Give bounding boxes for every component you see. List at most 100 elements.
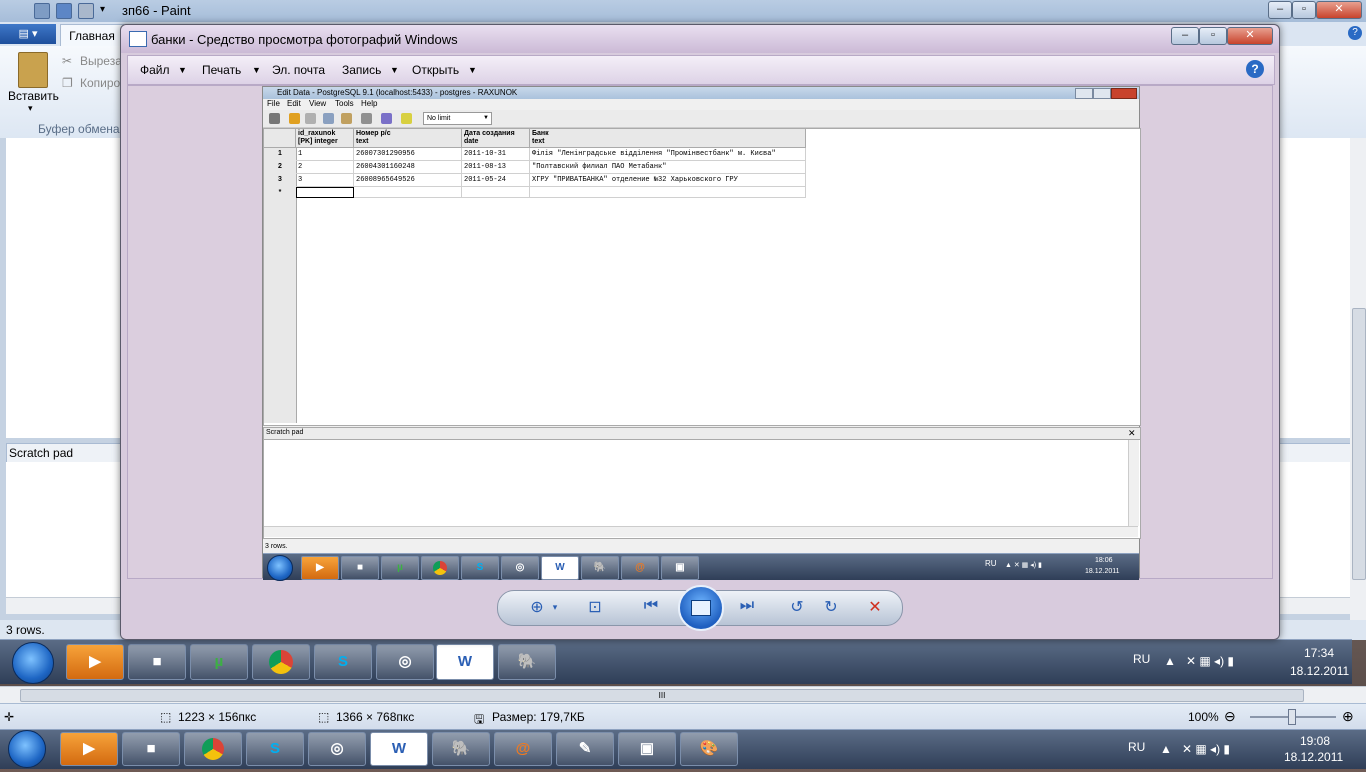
- paste-dropdown-icon[interactable]: ▾: [28, 103, 33, 114]
- taskbar-photo-viewer-bottom[interactable]: ▣: [618, 732, 676, 766]
- viewer-close-button[interactable]: ✕: [1227, 27, 1273, 45]
- pg-filter-icon[interactable]: [381, 113, 392, 124]
- table-cell[interactable]: "Полтавский филиал ПАО Метабанк": [530, 161, 806, 174]
- rotate-left-icon[interactable]: ↺: [784, 597, 810, 617]
- next-icon[interactable]: ⏭: [734, 597, 760, 615]
- table-cell[interactable]: 26008965649526: [354, 174, 462, 187]
- pg-paste-icon[interactable]: [341, 113, 352, 124]
- pg-clock-time[interactable]: 18:06: [1095, 557, 1113, 564]
- col-header-id[interactable]: id_raxunok [PK] integer: [296, 129, 354, 148]
- taskbar-chrome[interactable]: [252, 644, 310, 680]
- taskbar-chrome-bottom[interactable]: [184, 732, 242, 766]
- actual-size-icon[interactable]: ⊡: [582, 597, 608, 617]
- tray-lang-mid[interactable]: RU: [1133, 652, 1150, 666]
- taskbar-paint-bottom[interactable]: 🎨: [680, 732, 738, 766]
- taskbar-utorrent[interactable]: µ: [190, 644, 248, 680]
- row-header[interactable]: 2: [264, 161, 297, 175]
- paint-minimize-button[interactable]: –: [1268, 1, 1292, 19]
- close-icon[interactable]: ✕: [1128, 428, 1136, 439]
- pgadmin-scratch-pad[interactable]: [263, 439, 1141, 539]
- rotate-right-icon[interactable]: ↻: [818, 597, 844, 617]
- zoom-in-icon[interactable]: ⊕: [1342, 708, 1354, 725]
- tray-lang[interactable]: RU: [1128, 740, 1145, 754]
- clock-time[interactable]: 19:08: [1300, 734, 1330, 748]
- pg-delete-icon[interactable]: [361, 113, 372, 124]
- pg-menu-help[interactable]: Help: [361, 99, 377, 108]
- pg-taskbar-folder[interactable]: ■: [341, 556, 379, 580]
- taskbar-word[interactable]: W: [436, 644, 494, 680]
- slideshow-button[interactable]: [678, 585, 724, 631]
- pg-clock-date[interactable]: 18.12.2011: [1085, 568, 1120, 575]
- pg-tray-lang[interactable]: RU: [985, 559, 997, 568]
- pg-taskbar-word[interactable]: W: [541, 556, 579, 580]
- pgadmin-close-button[interactable]: [1111, 88, 1137, 99]
- help-icon[interactable]: ?: [1246, 60, 1264, 78]
- menu-burn[interactable]: Запись: [342, 63, 381, 77]
- taskbar-word-bottom[interactable]: W: [370, 732, 428, 766]
- row-header[interactable]: 3: [264, 174, 297, 188]
- table-cell[interactable]: 2011-10-31: [462, 148, 530, 161]
- pg-menu-tools[interactable]: Tools: [335, 99, 354, 108]
- table-cell[interactable]: 26004301160248: [354, 161, 462, 174]
- pg-taskbar-browser[interactable]: ◎: [501, 556, 539, 580]
- menu-open[interactable]: Открыть: [412, 63, 459, 77]
- table-cell[interactable]: 2011-05-24: [462, 174, 530, 187]
- clock-time-mid[interactable]: 17:34: [1304, 646, 1334, 660]
- taskbar-browser-bottom[interactable]: ◎: [308, 732, 366, 766]
- pg-start-button[interactable]: [267, 555, 293, 581]
- menu-print[interactable]: Печать: [202, 63, 241, 77]
- tab-home[interactable]: Главная: [60, 24, 124, 47]
- redo-icon[interactable]: [78, 3, 94, 19]
- col-header-date[interactable]: Дата создания date: [462, 129, 530, 148]
- paste-icon[interactable]: [18, 52, 48, 88]
- pg-help-icon[interactable]: [401, 113, 412, 124]
- menu-file[interactable]: Файл: [140, 63, 170, 77]
- start-button-mid[interactable]: [12, 642, 54, 684]
- viewer-minimize-button[interactable]: –: [1171, 27, 1199, 45]
- pg-taskbar-media[interactable]: ▶: [301, 556, 339, 580]
- pg-limit-select[interactable]: No limit ▼: [423, 112, 492, 125]
- paint-hscrollbar[interactable]: III: [0, 686, 1366, 703]
- new-row-cell[interactable]: [462, 187, 530, 198]
- taskbar-pgadmin[interactable]: 🐘: [498, 644, 556, 680]
- pg-taskbar-pgadmin[interactable]: 🐘: [581, 556, 619, 580]
- menu-print-dropdown-icon[interactable]: ▼: [252, 65, 261, 75]
- tray-arrow-icon[interactable]: ▲: [1160, 742, 1172, 756]
- paint-vscrollbar[interactable]: [1350, 138, 1366, 622]
- taskbar-pgadmin-bottom[interactable]: 🐘: [432, 732, 490, 766]
- tray-arrow-icon[interactable]: ▲: [1164, 654, 1176, 668]
- pg-scratch-hscroll[interactable]: [264, 526, 1138, 537]
- new-row-cell-selected[interactable]: [296, 187, 354, 198]
- quick-access-dropdown-icon[interactable]: ▾: [100, 4, 105, 15]
- new-row-cell[interactable]: [530, 187, 806, 198]
- taskbar-browser[interactable]: ◎: [376, 644, 434, 680]
- zoom-slider-thumb[interactable]: [1288, 709, 1296, 725]
- previous-icon[interactable]: ⏮: [638, 597, 664, 615]
- pg-taskbar-skype[interactable]: S: [461, 556, 499, 580]
- table-cell[interactable]: 2: [296, 161, 354, 174]
- undo-icon[interactable]: [56, 3, 72, 19]
- paste-label[interactable]: Вставить: [8, 89, 59, 103]
- row-header[interactable]: 1: [264, 148, 297, 162]
- delete-icon[interactable]: ✕: [862, 597, 888, 617]
- menu-email[interactable]: Эл. почта: [272, 63, 325, 77]
- pgadmin-minimize-button[interactable]: [1075, 88, 1093, 99]
- pg-taskbar-chrome[interactable]: [421, 556, 459, 580]
- taskbar-media-player[interactable]: ▶: [66, 644, 124, 680]
- pg-save-icon[interactable]: [269, 113, 280, 124]
- clock-date[interactable]: 18.12.2011: [1284, 750, 1343, 764]
- paint-maximize-button[interactable]: ▫: [1292, 1, 1316, 19]
- zoom-dropdown-icon[interactable]: ▾: [542, 602, 568, 613]
- menu-burn-dropdown-icon[interactable]: ▼: [390, 65, 399, 75]
- taskbar-mail-bottom[interactable]: @: [494, 732, 552, 766]
- pg-menu-edit[interactable]: Edit: [287, 99, 301, 108]
- menu-open-dropdown-icon[interactable]: ▼: [468, 65, 477, 75]
- paint-hscroll-thumb[interactable]: III: [20, 689, 1304, 702]
- paint-file-menu-button[interactable]: ▤ ▾: [0, 24, 56, 44]
- pg-scratch-vscroll[interactable]: [1128, 440, 1139, 526]
- taskbar-skype-bottom[interactable]: S: [246, 732, 304, 766]
- table-cell[interactable]: 3: [296, 174, 354, 187]
- table-cell[interactable]: 2011-08-13: [462, 161, 530, 174]
- viewer-maximize-button[interactable]: ▫: [1199, 27, 1227, 45]
- pg-taskbar-photo[interactable]: ▣: [661, 556, 699, 580]
